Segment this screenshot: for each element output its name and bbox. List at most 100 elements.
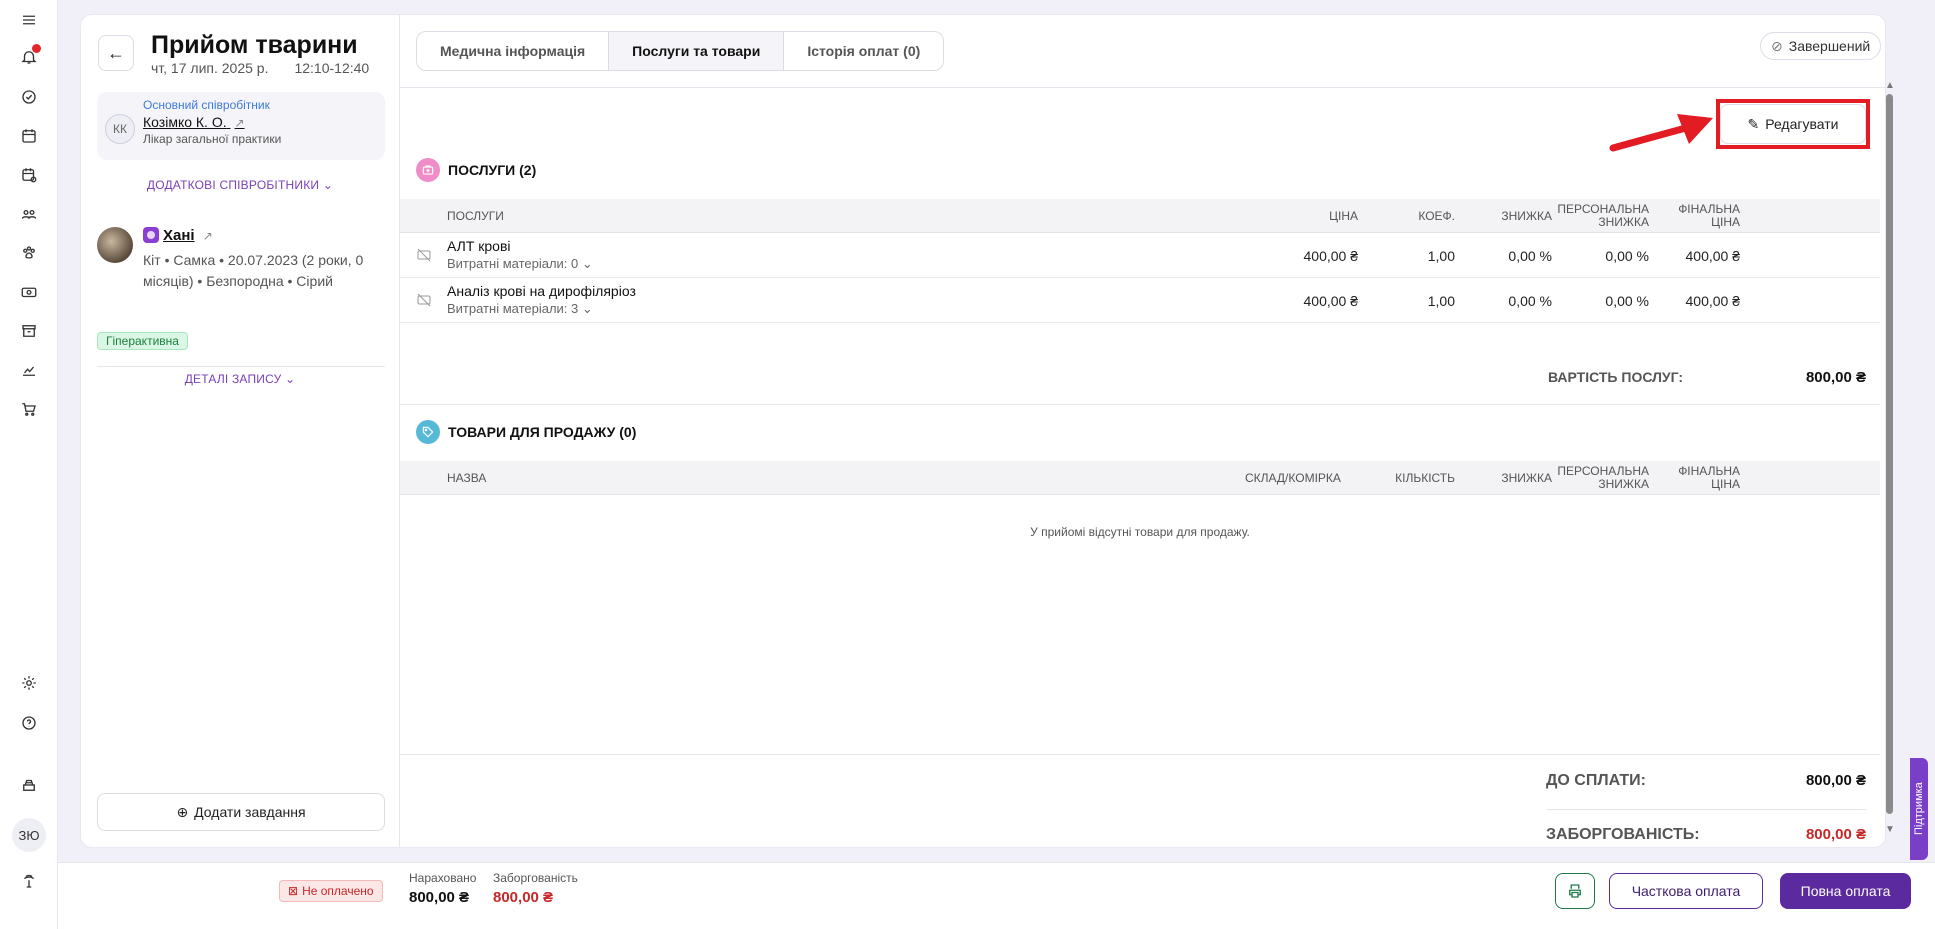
col-discount: ЗНИЖКА [1501,470,1552,485]
staff-name[interactable]: Козімко К. О. [143,114,227,130]
staff-name-link[interactable]: Козімко К. О. ↗ [143,114,245,130]
appointment-sidebar: ← Прийом тварини чт, 17 лип. 2025 р. 12:1… [80,14,400,848]
table-row[interactable]: Аналіз крові на дирофіляріоз Витратні ма… [400,278,1880,323]
consumables-label[interactable]: Витратні матеріали: 0 [447,256,578,271]
payment-status-label: Не оплачено [302,884,374,898]
tab-services-goods[interactable]: Послуги та товари [609,32,785,70]
pet-status-icon [143,227,159,243]
service-coef: 1,00 [1427,247,1455,264]
archive-icon[interactable] [16,318,42,344]
service-price: 400,00 ₴ [1303,292,1359,309]
debt-value: 800,00 ₴ [1805,826,1866,843]
col-quantity: КІЛЬКІСТЬ [1395,470,1455,485]
add-task-button[interactable]: ⊕ Додати завдання [97,793,385,831]
pencil-icon: ✎ [1747,115,1760,132]
services-header: ПОСЛУГИ (2) [416,158,536,182]
chevron-down-icon[interactable]: ⌄ [582,301,593,316]
services-total-value: 800,00 ₴ [1805,369,1866,386]
chevron-down-icon[interactable]: ⌄ [285,372,295,386]
services-total-label: ВАРТІСТЬ ПОСЛУГ: [1548,369,1684,385]
consumables-label[interactable]: Витратні матеріали: 3 [447,301,578,316]
header-divider [400,87,1886,88]
calendar-icon[interactable] [16,123,42,149]
staff-role-label: Основний співробітник [143,98,270,112]
print-button[interactable] [1555,873,1595,909]
scrollbar-thumb[interactable] [1886,94,1893,814]
cash-icon[interactable] [16,279,42,305]
service-price: 400,00 ₴ [1303,247,1359,264]
service-final-price: 400,00 ₴ [1685,292,1741,309]
scroll-up-icon[interactable]: ▲ [1884,80,1896,91]
cash-register-icon[interactable] [16,772,42,798]
consumables-toggle[interactable]: Витратні матеріали: 0 ⌄ [447,256,593,272]
appointment-time: 12:10-12:40 [294,60,370,76]
consumables-toggle[interactable]: Витратні матеріали: 3 ⌄ [447,301,593,317]
pet-tag: Гіперактивна [97,332,188,350]
edit-button[interactable]: ✎ Редагувати [1720,104,1866,144]
page-title: Прийом тварини [151,31,358,59]
col-personal-discount: ПЕРСОНАЛЬНА ЗНИЖКА [1557,464,1649,491]
user-avatar[interactable]: ЗЮ [12,818,46,852]
service-name: Аналіз крові на дирофіляріоз [447,283,636,299]
palm-icon[interactable] [16,868,42,894]
support-tab[interactable]: Підтримка [1910,758,1928,860]
cart-icon[interactable] [16,396,42,422]
col-final-price: ФІНАЛЬНА ЦІНА [1678,464,1740,491]
scrollbar[interactable]: ▲ ▼ [1884,80,1896,842]
goods-header: ТОВАРИ ДЛЯ ПРОДАЖУ (0) [416,420,636,444]
service-name: АЛТ крові [447,238,511,254]
external-link-icon[interactable]: ↗ [203,229,213,243]
divider [400,754,1880,755]
add-task-icon: ⊕ [176,803,189,820]
service-personal-discount: 0,00 % [1605,247,1649,264]
scroll-down-icon[interactable]: ▼ [1884,824,1896,835]
col-discount: ЗНИЖКА [1501,208,1552,223]
col-services: ПОСЛУГИ [447,208,504,223]
pet-name[interactable]: Хані [163,227,195,244]
annotation-arrow [1609,114,1713,152]
staff-position: Лікар загальної практики [143,132,282,146]
no-payment-icon [416,247,432,263]
calendar-clock-icon[interactable] [16,162,42,188]
additional-staff-toggle[interactable]: ДОДАТКОВІ СПІВРОБІТНИКИ ⌄ [80,177,400,192]
external-link-icon[interactable]: ↗ [235,116,245,130]
paw-icon[interactable] [16,240,42,266]
menu-icon[interactable] [16,7,42,33]
partial-payment-button[interactable]: Часткова оплата [1609,873,1763,909]
col-final-price: ФІНАЛЬНА ЦІНА [1678,202,1740,229]
service-final-price: 400,00 ₴ [1685,247,1741,264]
additional-staff-label[interactable]: ДОДАТКОВІ СПІВРОБІТНИКИ [147,178,319,192]
back-button[interactable]: ← [98,35,134,71]
main-staff-card: КК Основний співробітник Козімко К. О. ↗… [97,92,385,160]
col-personal-discount: ПЕРСОНАЛЬНА ЗНИЖКА [1557,202,1649,229]
status-label: Завершений [1788,38,1871,54]
notification-dot [32,44,41,53]
check-circle-icon[interactable] [16,84,42,110]
clients-icon[interactable] [16,201,42,227]
tab-payment-history[interactable]: Історія оплат (0) [784,32,943,70]
divider [400,404,1880,405]
pet-name-row[interactable]: Хані ↗ [143,227,213,244]
bell-icon[interactable] [16,44,42,70]
service-coef: 1,00 [1427,292,1455,309]
col-warehouse: СКЛАД/КОМІРКА [1245,470,1341,485]
chevron-down-icon[interactable]: ⌄ [323,178,333,192]
accrued-value: 800,00 ₴ [409,889,470,906]
tag-icon [416,420,440,444]
full-payment-button[interactable]: Повна оплата [1780,873,1911,909]
chevron-down-icon[interactable]: ⌄ [582,256,593,271]
settings-icon[interactable] [16,670,42,696]
analytics-icon[interactable] [16,357,42,383]
goods-table-header: НАЗВА СКЛАД/КОМІРКА КІЛЬКІСТЬ ЗНИЖКА ПЕР… [400,461,1880,495]
record-details-label[interactable]: ДЕТАЛІ ЗАПИСУ [185,372,282,386]
table-row[interactable]: АЛТ крові Витратні матеріали: 0 ⌄ 400,00… [400,233,1880,278]
help-icon[interactable] [16,710,42,736]
tab-medical-info[interactable]: Медична інформація [417,32,610,70]
record-details-toggle[interactable]: ДЕТАЛІ ЗАПИСУ ⌄ [80,371,400,386]
arrow-left-icon: ← [107,42,125,63]
debt-label: ЗАБОРГОВАНІСТЬ: [1546,826,1700,843]
services-title: ПОСЛУГИ (2) [448,162,537,178]
divider [97,366,385,367]
divider [1546,809,1866,810]
footer-debt-value: 800,00 ₴ [493,889,554,906]
